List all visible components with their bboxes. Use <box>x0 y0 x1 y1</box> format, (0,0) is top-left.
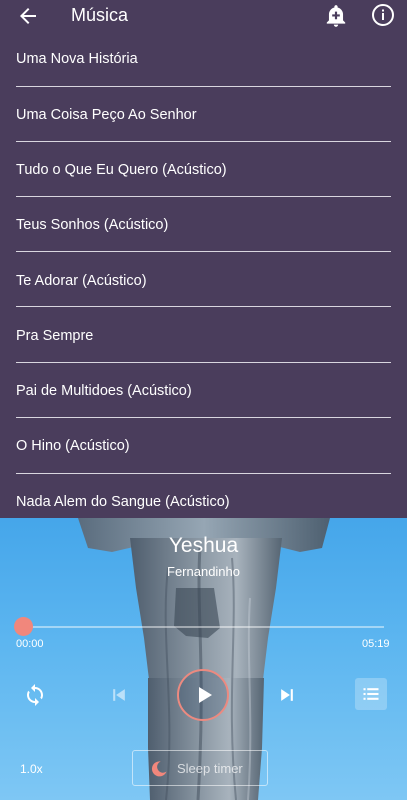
skip-previous-icon[interactable] <box>109 685 129 705</box>
song-title: Tudo o Que Eu Quero (Acústico) <box>16 162 227 178</box>
song-title: Te Adorar (Acústico) <box>16 273 147 289</box>
song-title: O Hino (Acústico) <box>16 438 130 454</box>
list-item[interactable]: Uma Coisa Peço Ao Senhor <box>16 87 391 142</box>
list-item[interactable]: Nada Alem do Sangue (Acústico) <box>16 474 391 518</box>
current-time: 00:00 <box>16 638 44 650</box>
song-title: Pra Sempre <box>16 328 94 344</box>
sleep-timer-button[interactable]: Sleep timer <box>132 750 268 786</box>
list-item[interactable]: Te Adorar (Acústico) <box>16 252 391 307</box>
moon-icon <box>151 761 167 777</box>
play-button[interactable] <box>177 669 229 721</box>
list-item[interactable]: Tudo o Que Eu Quero (Acústico) <box>16 142 391 197</box>
play-icon <box>199 687 212 703</box>
song-title: Uma Nova História <box>16 51 138 67</box>
player-panel: Yeshua Fernandinho 00:00 05:19 1.0x Slee… <box>0 518 407 800</box>
seek-bar-thumb[interactable] <box>14 617 33 636</box>
repeat-icon[interactable] <box>23 683 47 707</box>
page-title: Música <box>71 5 129 25</box>
now-playing-title: Yeshua <box>168 534 239 557</box>
song-title: Nada Alem do Sangue (Acústico) <box>16 494 230 510</box>
list-icon <box>363 688 379 700</box>
total-time: 05:19 <box>362 638 390 650</box>
app-bar: Música <box>0 0 407 32</box>
song-list: Uma Nova História Uma Coisa Peço Ao Senh… <box>0 32 407 518</box>
info-icon[interactable] <box>371 3 395 27</box>
seek-bar[interactable] <box>24 626 384 628</box>
list-item[interactable]: Pai de Multidoes (Acústico) <box>16 363 391 418</box>
skip-next-icon[interactable] <box>277 685 297 705</box>
now-playing-artist: Fernandinho <box>167 564 240 579</box>
song-title: Teus Sonhos (Acústico) <box>16 217 169 233</box>
list-item[interactable]: Teus Sonhos (Acústico) <box>16 197 391 252</box>
list-item[interactable]: Pra Sempre <box>16 308 391 363</box>
bell-plus-icon[interactable] <box>323 3 349 29</box>
list-item[interactable]: O Hino (Acústico) <box>16 419 391 474</box>
playlist-button[interactable] <box>355 678 387 710</box>
arrow-left-icon[interactable] <box>16 4 40 28</box>
song-title: Pai de Multidoes (Acústico) <box>16 383 192 399</box>
song-title: Uma Coisa Peço Ao Senhor <box>16 107 197 123</box>
list-item[interactable]: Uma Nova História <box>16 32 391 87</box>
playback-speed[interactable]: 1.0x <box>20 762 43 776</box>
sleep-timer-label: Sleep timer <box>177 761 243 776</box>
